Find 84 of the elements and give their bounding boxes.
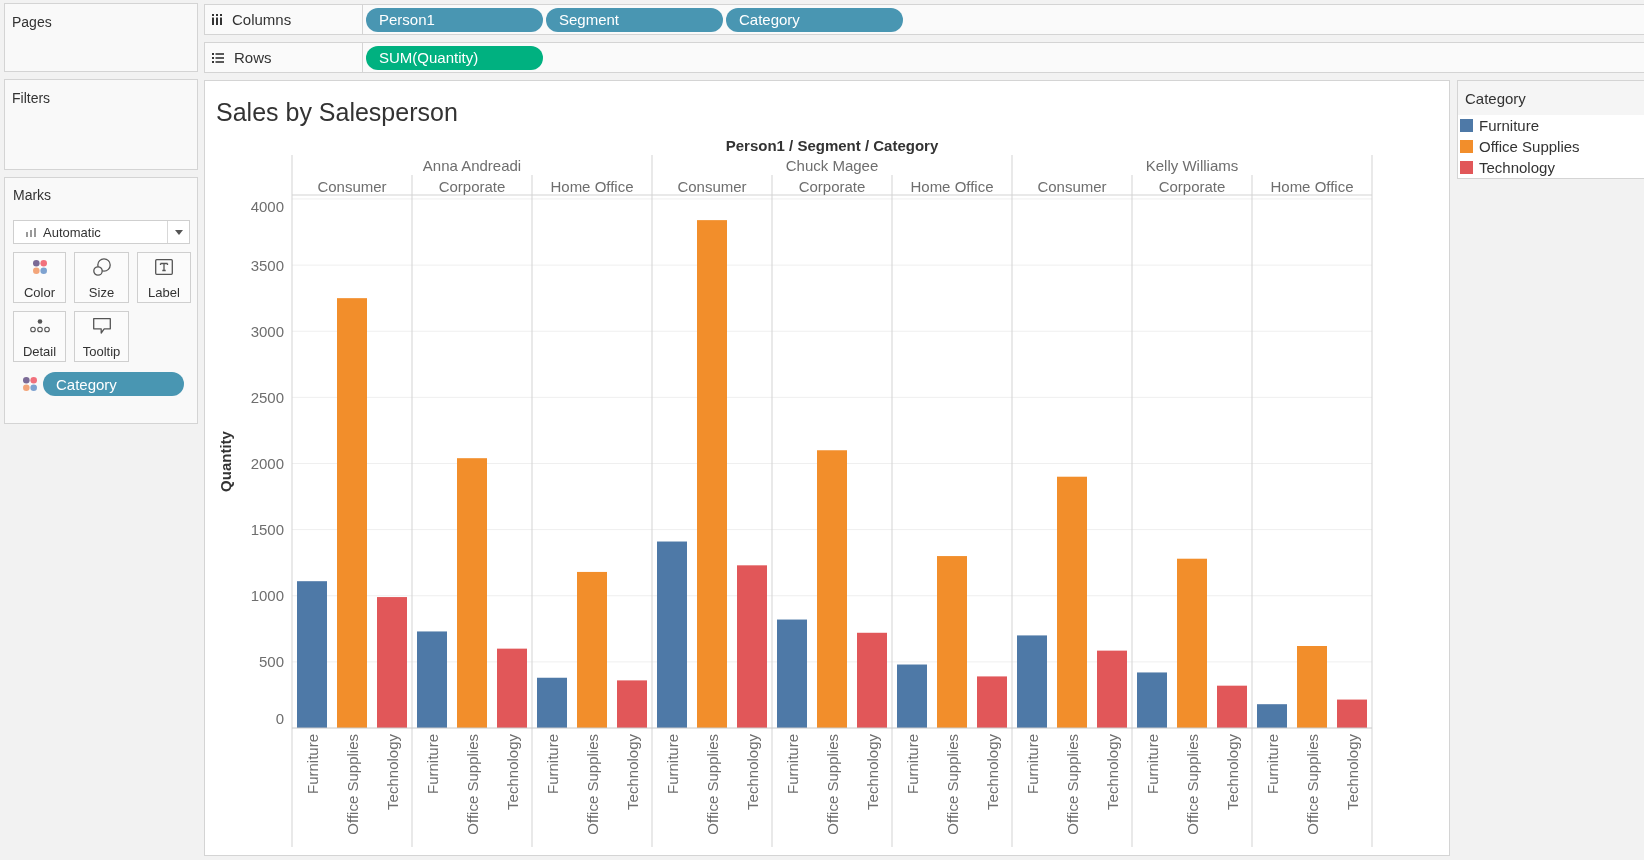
column-header: Home Office bbox=[910, 177, 994, 195]
x-tick-label: Technology bbox=[383, 734, 401, 810]
legend-label: Technology bbox=[1479, 159, 1555, 176]
bar bbox=[1257, 704, 1287, 728]
x-tick-label: Technology bbox=[863, 734, 881, 810]
chart-title: Sales by Salesperson bbox=[216, 98, 458, 126]
x-tick-label: Furniture bbox=[1143, 734, 1161, 795]
shelf-label: Columns bbox=[232, 11, 292, 28]
x-tick-label: Furniture bbox=[303, 734, 321, 795]
mark-type-dropdown[interactable]: Automatic bbox=[13, 220, 190, 244]
legend-title: Category bbox=[1465, 89, 1526, 107]
x-tick-label: Furniture bbox=[1263, 734, 1281, 795]
bar bbox=[617, 680, 647, 728]
bar-chart-icon bbox=[26, 227, 36, 237]
text-box-icon bbox=[155, 259, 173, 275]
marks-card-button[interactable]: Size bbox=[74, 252, 129, 303]
marks-card-button[interactable]: Tooltip bbox=[74, 311, 129, 362]
bar bbox=[1137, 672, 1167, 728]
y-axis-title: Quantity bbox=[216, 431, 234, 492]
four-dots-icon bbox=[23, 377, 37, 391]
x-tick-label: Furniture bbox=[1023, 734, 1041, 795]
x-tick-label: Office Supplies bbox=[583, 734, 601, 835]
y-tick-label: 2000 bbox=[250, 455, 284, 472]
column-header: Consumer bbox=[1037, 177, 1107, 195]
x-tick-label: Furniture bbox=[783, 734, 801, 795]
x-tick-label: Office Supplies bbox=[1303, 734, 1321, 835]
column-header: Home Office bbox=[550, 177, 634, 195]
speech-bubble-icon bbox=[92, 318, 111, 334]
column-header: Kelly Williams bbox=[1145, 156, 1239, 174]
x-tick-label: Technology bbox=[503, 734, 521, 810]
marks-card-button[interactable]: Color bbox=[13, 252, 66, 303]
y-tick-label: 1500 bbox=[250, 521, 284, 539]
legend-label: Furniture bbox=[1479, 117, 1540, 134]
x-tick-label: Furniture bbox=[543, 734, 561, 795]
panel-title: Filters bbox=[12, 90, 51, 106]
legend-label: Office Supplies bbox=[1479, 138, 1580, 155]
x-tick-label: Office Supplies bbox=[343, 734, 361, 835]
x-tick-label: Furniture bbox=[423, 734, 441, 795]
panel-title: Pages bbox=[12, 14, 52, 30]
three-bars-icon bbox=[212, 14, 222, 25]
x-tick-label: Furniture bbox=[903, 734, 921, 795]
y-tick-label: 3500 bbox=[250, 256, 284, 274]
x-tick-label: Furniture bbox=[663, 734, 681, 795]
x-tick-label: Technology bbox=[743, 734, 761, 810]
marks-card-button[interactable]: Label bbox=[137, 252, 191, 303]
column-header: Corporate bbox=[1158, 177, 1226, 195]
x-tick-label: Office Supplies bbox=[1063, 734, 1081, 835]
y-tick-label: 1000 bbox=[250, 587, 284, 605]
panel-title: Marks bbox=[13, 187, 53, 203]
column-header: Anna Andreadi bbox=[422, 156, 522, 174]
column-header: Consumer bbox=[317, 177, 387, 195]
y-tick-label: 500 bbox=[258, 653, 284, 671]
x-tick-label: Technology bbox=[623, 734, 641, 810]
y-tick-label: 2500 bbox=[250, 388, 284, 406]
caret-icon bbox=[174, 229, 183, 235]
x-tick-label: Technology bbox=[1103, 734, 1121, 810]
column-header: Chuck Magee bbox=[785, 156, 879, 174]
shelf-label: Rows bbox=[234, 49, 272, 66]
y-tick-label: 0 bbox=[275, 709, 284, 727]
column-header: Corporate bbox=[798, 177, 866, 195]
y-tick-label: 3000 bbox=[250, 322, 284, 340]
x-tick-label: Office Supplies bbox=[943, 734, 961, 835]
bar bbox=[1337, 699, 1367, 728]
x-tick-label: Office Supplies bbox=[1183, 734, 1201, 835]
y-tick-label: 4000 bbox=[250, 197, 284, 215]
x-tick-label: Office Supplies bbox=[463, 734, 481, 835]
x-tick-label: Technology bbox=[1223, 734, 1241, 810]
column-header: Corporate bbox=[438, 177, 506, 195]
overlapping-circles-icon bbox=[92, 258, 111, 276]
column-header: Home Office bbox=[1270, 177, 1354, 195]
marks-card-button[interactable]: Detail bbox=[13, 311, 66, 362]
x-tick-label: Technology bbox=[983, 734, 1001, 810]
list-icon bbox=[212, 52, 224, 63]
x-tick-label: Office Supplies bbox=[703, 734, 721, 835]
bar bbox=[1217, 685, 1247, 728]
bar bbox=[977, 676, 1007, 728]
x-tick-label: Technology bbox=[1343, 734, 1361, 810]
four-dots-icon bbox=[32, 260, 47, 274]
column-header: Consumer bbox=[677, 177, 747, 195]
bar bbox=[537, 677, 567, 728]
dot-cluster-icon bbox=[29, 319, 50, 333]
bar bbox=[897, 664, 927, 728]
column-header-title: Person1 / Segment / Category bbox=[725, 136, 939, 154]
x-tick-label: Office Supplies bbox=[823, 734, 841, 835]
